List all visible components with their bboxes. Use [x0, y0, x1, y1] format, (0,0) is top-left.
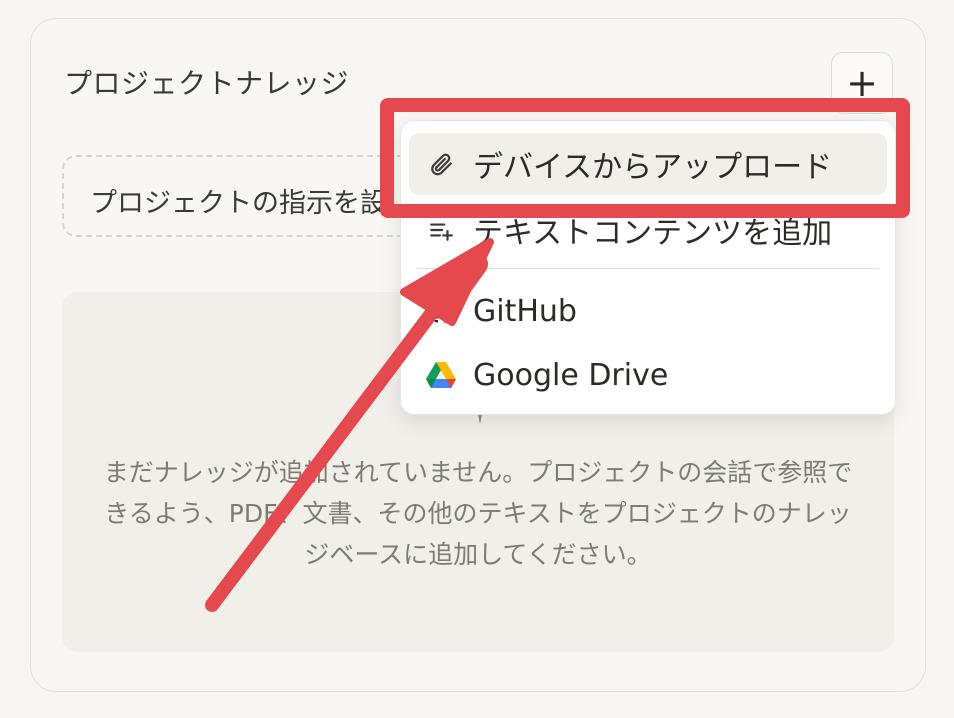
panel-title: プロジェクトナレッジ — [64, 67, 350, 100]
page: プロジェクトナレッジ + プロジェクトの指示を設 まだナレッジが追加されていませ… — [0, 0, 954, 718]
menu-divider — [417, 268, 879, 269]
highlight-box — [380, 98, 910, 218]
github-icon — [409, 297, 473, 325]
menu-item-label: Google Drive — [473, 357, 669, 393]
menu-item-label: GitHub — [473, 293, 577, 329]
menu-item-google-drive[interactable]: Google Drive — [409, 344, 887, 406]
add-text-icon — [409, 217, 473, 243]
empty-state-message: まだナレッジが追加されていません。プロジェクトの会話で参照できるよう、PDF、文… — [103, 458, 853, 569]
google-drive-icon — [409, 361, 473, 389]
menu-item-github[interactable]: GitHub — [409, 280, 887, 342]
instructions-placeholder: プロジェクトの指示を設 — [90, 188, 387, 219]
